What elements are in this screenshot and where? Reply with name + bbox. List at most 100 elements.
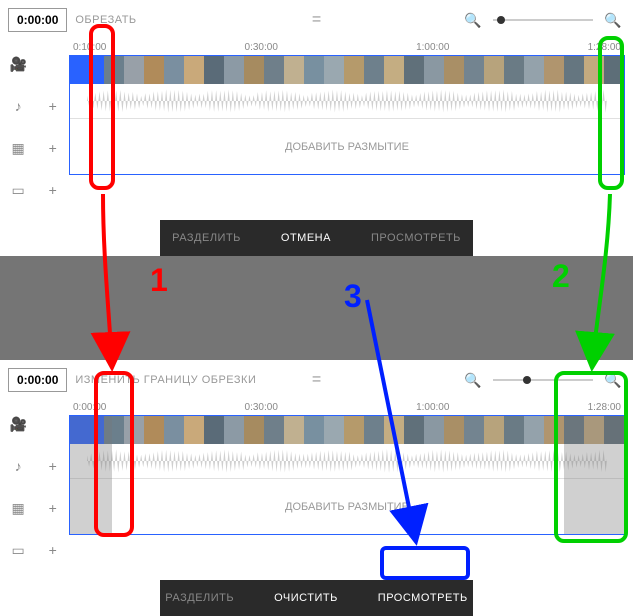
panel-title: ИЗМЕНИТЬ ГРАНИЦУ ОБРЕЗКИ [75, 374, 256, 386]
blur-track[interactable]: ДОБАВИТЬ РАЗМЫТИЕ [70, 478, 624, 534]
ruler-tick: 1:00:00 [416, 42, 449, 53]
video-thumbnail [144, 56, 164, 84]
time-ruler: 0:00:00 0:30:00 1:00:00 1:28:00 [69, 400, 625, 415]
separator [0, 256, 633, 360]
grid-track-icon[interactable]: ▦ [6, 136, 30, 160]
video-thumbnail [284, 416, 304, 444]
video-thumbnail [444, 416, 464, 444]
caption-track-icon[interactable]: ▭ [6, 538, 30, 562]
video-thumbnail [364, 416, 384, 444]
audio-track[interactable] [70, 444, 624, 478]
timeline[interactable]: 0:10:00 0:30:00 1:00:00 1:28:00 ДОБАВИТЬ… [69, 40, 633, 214]
action-bar: РАЗДЕЛИТЬ ОЧИСТИТЬ ПРОСМОТРЕТЬ [160, 580, 473, 616]
time-display[interactable]: 0:00:00 [8, 368, 67, 392]
trim-left-region[interactable] [70, 416, 112, 534]
zoom-in-icon[interactable]: 🔍 [601, 368, 625, 392]
video-thumbnail [404, 416, 424, 444]
add-grid-icon[interactable]: + [41, 496, 65, 520]
trim-right-region[interactable] [564, 416, 624, 534]
track-container[interactable]: ДОБАВИТЬ РАЗМЫТИЕ [69, 55, 625, 175]
video-thumbnail [304, 56, 324, 84]
video-thumbnail [224, 416, 244, 444]
video-thumbnail [244, 416, 264, 444]
time-ruler: 0:10:00 0:30:00 1:00:00 1:28:00 [69, 40, 625, 55]
video-thumbnail [504, 416, 524, 444]
video-thumbnail [564, 56, 584, 84]
grid-track-icon[interactable]: ▦ [6, 496, 30, 520]
ruler-tick: 0:30:00 [245, 402, 278, 413]
video-thumbnail [384, 56, 404, 84]
video-thumbnail [184, 416, 204, 444]
ruler-tick: 0:10:00 [73, 42, 106, 53]
drag-handle-icon[interactable]: = [312, 11, 321, 29]
add-track-rail: + + + [36, 400, 69, 574]
ruler-tick: 1:00:00 [416, 402, 449, 413]
preview-button[interactable]: ПРОСМОТРЕТЬ [372, 590, 474, 606]
video-thumbnail [204, 416, 224, 444]
video-thumbnail [604, 56, 624, 84]
video-thumbnail [364, 56, 384, 84]
add-audio-icon[interactable]: + [41, 94, 65, 118]
timeline[interactable]: 0:00:00 0:30:00 1:00:00 1:28:00 ДОБАВИТЬ… [69, 400, 633, 574]
ruler-tick: 1:28:00 [588, 402, 621, 413]
video-thumbnail [344, 416, 364, 444]
video-thumbnail [144, 416, 164, 444]
video-track[interactable] [70, 416, 624, 444]
add-audio-icon[interactable]: + [41, 454, 65, 478]
audio-track[interactable] [70, 84, 624, 118]
editor-panel-top: 0:00:00 ОБРЕЗАТЬ = 🔍 🔍 🎥 ♪ ▦ ▭ + + + 0:1… [0, 0, 633, 256]
video-thumbnail [484, 56, 504, 84]
zoom-out-icon[interactable]: 🔍 [461, 368, 485, 392]
video-track-icon[interactable]: 🎥 [6, 412, 30, 436]
add-grid-icon[interactable]: + [41, 136, 65, 160]
video-thumbnail [384, 416, 404, 444]
video-thumbnail [464, 416, 484, 444]
add-track-rail: + + + [36, 40, 69, 214]
video-thumbnail [224, 56, 244, 84]
video-thumbnail [524, 56, 544, 84]
blur-track[interactable]: ДОБАВИТЬ РАЗМЫТИЕ [70, 118, 624, 174]
video-thumbnail [584, 56, 604, 84]
time-display[interactable]: 0:00:00 [8, 8, 67, 32]
zoom-in-icon[interactable]: 🔍 [601, 8, 625, 32]
video-thumbnail [164, 416, 184, 444]
track-type-rail: 🎥 ♪ ▦ ▭ [0, 40, 36, 214]
split-button[interactable]: РАЗДЕЛИТЬ [159, 590, 240, 606]
video-thumbnail [284, 56, 304, 84]
video-thumbnail [464, 56, 484, 84]
track-container[interactable]: ДОБАВИТЬ РАЗМЫТИЕ [69, 415, 625, 535]
track-type-rail: 🎥 ♪ ▦ ▭ [0, 400, 36, 574]
video-thumbnail [104, 56, 124, 84]
add-caption-icon[interactable]: + [41, 178, 65, 202]
video-thumbnail [124, 56, 144, 84]
caption-track-icon[interactable]: ▭ [6, 178, 30, 202]
add-caption-icon[interactable]: + [41, 538, 65, 562]
cancel-button[interactable]: ОТМЕНА [275, 230, 337, 246]
ruler-tick: 1:28:00 [588, 42, 621, 53]
video-thumbnail [264, 416, 284, 444]
panel-header: 0:00:00 ОБРЕЗАТЬ = 🔍 🔍 [0, 0, 633, 40]
video-thumbnail [544, 416, 564, 444]
split-button[interactable]: РАЗДЕЛИТЬ [166, 230, 247, 246]
video-thumbnail [324, 56, 344, 84]
audio-track-icon[interactable]: ♪ [6, 454, 30, 478]
video-thumbnail [184, 56, 204, 84]
clear-button[interactable]: ОЧИСТИТЬ [268, 590, 344, 606]
video-thumbnail [344, 56, 364, 84]
preview-button[interactable]: ПРОСМОТРЕТЬ [365, 230, 467, 246]
video-track[interactable] [70, 56, 624, 84]
zoom-slider[interactable] [493, 379, 593, 381]
video-thumbnail [484, 416, 504, 444]
zoom-slider[interactable] [493, 19, 593, 21]
audio-track-icon[interactable]: ♪ [6, 94, 30, 118]
zoom-out-icon[interactable]: 🔍 [461, 8, 485, 32]
video-track-icon[interactable]: 🎥 [6, 52, 30, 76]
editor-panel-bottom: 0:00:00 ИЗМЕНИТЬ ГРАНИЦУ ОБРЕЗКИ = 🔍 🔍 🎥… [0, 360, 633, 616]
video-thumbnail [524, 416, 544, 444]
waveform-icon [87, 89, 608, 113]
ruler-tick: 0:30:00 [245, 42, 278, 53]
video-thumbnail [424, 416, 444, 444]
video-thumbnail [304, 416, 324, 444]
clip-head[interactable] [70, 56, 104, 84]
drag-handle-icon[interactable]: = [312, 371, 321, 389]
